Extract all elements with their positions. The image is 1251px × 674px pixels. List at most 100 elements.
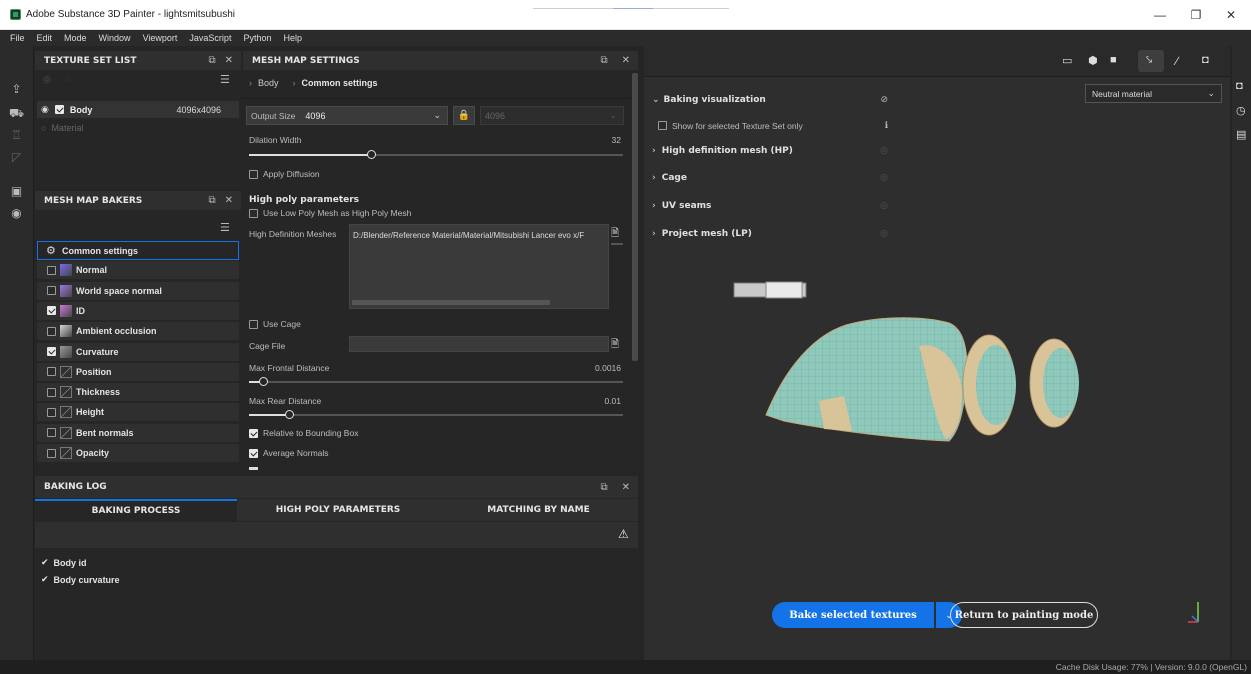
baker-checkbox[interactable] <box>47 428 56 438</box>
tab-high-poly-parameters[interactable]: HIGH POLY PARAMETERS <box>237 499 439 521</box>
eye-icon[interactable]: ◎ <box>880 173 888 183</box>
selection-icon[interactable]: ▭ <box>1062 54 1072 67</box>
material-select[interactable]: Neutral material ⌄ <box>1085 84 1222 103</box>
eye-icon[interactable]: ◉ <box>41 104 49 115</box>
undock-icon[interactable]: ⧉ <box>208 55 215 66</box>
undock-icon[interactable]: ⧉ <box>600 482 607 493</box>
menu-window[interactable]: Window <box>93 33 137 43</box>
section-cage[interactable]: › Cage ◎ <box>652 169 888 187</box>
screenshot-icon[interactable]: ◘ <box>1202 54 1209 66</box>
viewport-3d[interactable]: ▭ ⬢ ■ ⤥ ∕ ◘ ⌄ Baking visualization ⊘ Sho… <box>644 46 1230 660</box>
solo-icon[interactable]: ◌ <box>65 74 70 84</box>
section-high-definition-mesh[interactable]: › High definition mesh (HP) ◎ <box>652 142 888 160</box>
use-cage-checkbox[interactable] <box>249 319 258 329</box>
apply-diffusion-checkbox[interactable] <box>249 169 258 179</box>
tab-matching-by-name[interactable]: MATCHING BY NAME <box>439 499 638 521</box>
apply-diffusion-option[interactable]: Apply Diffusion <box>249 169 320 179</box>
menu-mode[interactable]: Mode <box>58 33 93 43</box>
menu-python[interactable]: Python <box>237 33 277 43</box>
baker-checkbox[interactable] <box>47 407 56 417</box>
baker-checkbox[interactable] <box>47 306 56 316</box>
dilation-width-slider[interactable] <box>249 150 623 159</box>
baker-row[interactable]: ID <box>37 301 239 321</box>
baker-checkbox[interactable] <box>47 387 56 397</box>
camera-icon[interactable]: ■ <box>1110 54 1117 66</box>
max-rear-distance-value[interactable]: 0.01 <box>573 396 621 406</box>
baker-checkbox[interactable] <box>47 448 56 458</box>
output-size-select[interactable]: Output Size 4096 ⌄ <box>246 106 448 125</box>
remove-icon[interactable] <box>611 243 623 245</box>
display-settings-icon[interactable]: ◘ <box>1236 80 1243 92</box>
slider-knob[interactable] <box>367 150 377 159</box>
close-panel-icon[interactable]: ✕ <box>622 55 630 66</box>
baker-common-settings[interactable]: ⚙ Common settings <box>37 241 239 260</box>
cage-file-input[interactable] <box>349 336 609 352</box>
relative-bbox-option[interactable]: Relative to Bounding Box <box>249 428 358 438</box>
maximize-button[interactable]: ❐ <box>1182 4 1210 26</box>
object-icon[interactable]: ⬢ <box>1088 54 1098 67</box>
mesh-maps-icon[interactable]: ▣ <box>9 184 24 199</box>
lock-icon[interactable]: 🔒 <box>453 106 475 125</box>
file-icon[interactable]: 🗎 <box>611 226 623 240</box>
export-icon[interactable]: ⇪ <box>9 82 24 97</box>
baker-row[interactable]: Opacity <box>37 444 239 463</box>
file-icon[interactable]: 🗎 <box>611 337 623 351</box>
minimize-button[interactable]: — <box>1146 4 1174 26</box>
log-icon[interactable]: ▤ <box>1236 128 1246 141</box>
hd-meshes-list[interactable]: D:/Blender/Reference Material/Material/M… <box>349 224 609 309</box>
baker-checkbox[interactable] <box>47 326 56 336</box>
section-uv-seams[interactable]: › UV seams ◎ <box>652 197 888 215</box>
breadcrumb-common-settings[interactable]: Common settings <box>302 78 378 88</box>
baker-checkbox[interactable] <box>47 367 56 377</box>
average-normals-option[interactable]: Average Normals <box>249 448 329 458</box>
baker-checkbox[interactable] <box>47 286 56 296</box>
use-low-poly-option[interactable]: Use Low Poly Mesh as High Poly Mesh <box>249 208 411 218</box>
bakers-menu-icon[interactable]: ☰ <box>220 221 230 234</box>
material-row[interactable]: ○ Material <box>41 123 83 133</box>
baker-row[interactable]: Curvature <box>37 342 239 362</box>
eye-off-icon[interactable]: ⊘ <box>880 95 888 105</box>
info-icon[interactable]: ℹ <box>885 120 888 131</box>
bake-selected-textures-button[interactable]: Bake selected textures <box>772 602 934 628</box>
max-frontal-distance-slider[interactable] <box>249 377 623 386</box>
max-frontal-distance-value[interactable]: 0.0016 <box>573 363 621 373</box>
warning-icon[interactable]: ⚠ <box>618 527 629 541</box>
show-selected-only-option[interactable]: Show for selected Texture Set only ℹ <box>658 120 888 131</box>
relative-bbox-checkbox[interactable] <box>249 428 258 438</box>
baker-row[interactable]: Normal <box>37 261 239 281</box>
baker-row[interactable]: World space normal <box>37 281 239 301</box>
menu-javascript[interactable]: JavaScript <box>183 33 237 43</box>
paint-brush-icon[interactable]: ∕ <box>1176 54 1178 68</box>
tab-baking-process[interactable]: BAKING PROCESS <box>35 499 237 521</box>
slider-knob[interactable] <box>258 377 268 386</box>
baker-checkbox[interactable] <box>47 265 56 275</box>
close-window-button[interactable]: ✕ <box>1217 4 1245 26</box>
use-low-poly-checkbox[interactable] <box>249 208 258 218</box>
history-icon[interactable]: ◷ <box>1236 104 1246 117</box>
list-menu-icon[interactable]: ☰ <box>220 73 230 86</box>
hd-mesh-path[interactable]: D:/Blender/Reference Material/Material/M… <box>353 231 607 240</box>
menu-help[interactable]: Help <box>277 33 308 43</box>
close-panel-icon[interactable]: ✕ <box>622 482 630 493</box>
average-normals-checkbox[interactable] <box>249 448 258 458</box>
show-selected-only-checkbox[interactable] <box>658 121 667 130</box>
baker-checkbox[interactable] <box>47 347 56 356</box>
eye-icon[interactable]: ◎ <box>880 146 888 156</box>
baker-row[interactable]: Bent normals <box>37 423 239 443</box>
baker-row[interactable]: Thickness <box>37 383 239 403</box>
use-cage-option[interactable]: Use Cage <box>249 319 301 329</box>
texture-set-row-body[interactable]: ◉ Body 4096x4096 <box>37 101 239 118</box>
close-panel-icon[interactable]: ✕ <box>225 195 233 206</box>
settings-scrollbar[interactable] <box>632 73 638 361</box>
bake-icon[interactable]: ⛟ <box>9 106 24 121</box>
baker-row[interactable]: Position <box>37 362 239 382</box>
body-checkbox[interactable] <box>54 105 64 114</box>
menu-edit[interactable]: Edit <box>31 33 59 43</box>
undock-icon[interactable]: ⧉ <box>600 55 607 66</box>
shelf-icon[interactable]: ♖ <box>9 128 24 143</box>
breadcrumb-body[interactable]: Body <box>258 78 279 88</box>
baker-row[interactable]: Height <box>37 403 239 423</box>
visibility-icon[interactable]: ◎ <box>43 74 51 85</box>
eye-icon[interactable]: ◎ <box>880 229 888 239</box>
hd-meshes-scrollbar[interactable] <box>352 300 550 305</box>
